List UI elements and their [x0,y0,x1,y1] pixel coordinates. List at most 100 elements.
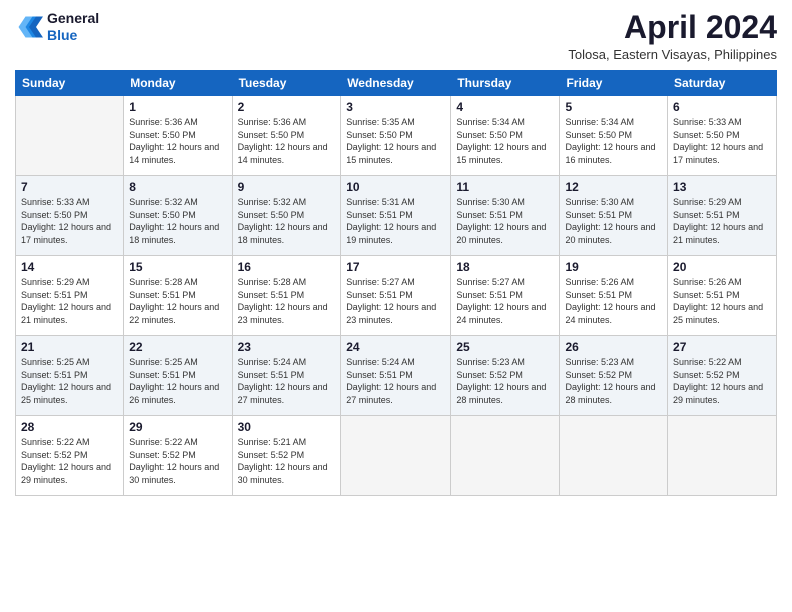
day-info: Sunrise: 5:29 AMSunset: 5:51 PMDaylight:… [21,276,118,326]
day-info: Sunrise: 5:23 AMSunset: 5:52 PMDaylight:… [565,356,662,406]
day-number: 29 [129,420,226,434]
calendar-table: Sunday Monday Tuesday Wednesday Thursday… [15,70,777,496]
day-number: 10 [346,180,445,194]
day-number: 3 [346,100,445,114]
calendar-week-row: 1 Sunrise: 5:36 AMSunset: 5:50 PMDaylight… [16,96,777,176]
day-number: 13 [673,180,771,194]
day-number: 7 [21,180,118,194]
page: General Blue April 2024 Tolosa, Eastern … [0,0,792,612]
table-row: 16Sunrise: 5:28 AMSunset: 5:51 PMDayligh… [232,256,341,336]
logo-icon [15,13,43,41]
table-row: 21Sunrise: 5:25 AMSunset: 5:51 PMDayligh… [16,336,124,416]
table-row [668,416,777,496]
table-row: 20 Sunrise: 5:26 AMSunset: 5:51 PMDayligh… [668,256,777,336]
calendar-header-row: Sunday Monday Tuesday Wednesday Thursday… [16,71,777,96]
table-row: 26 Sunrise: 5:23 AMSunset: 5:52 PMDayligh… [560,336,668,416]
day-info: Sunrise: 5:23 AMSunset: 5:52 PMDaylight:… [456,356,554,406]
table-row: 3 Sunrise: 5:35 AMSunset: 5:50 PMDaylight… [341,96,451,176]
day-number: 6 [673,100,771,114]
day-info: Sunrise: 5:31 AMSunset: 5:51 PMDaylight:… [346,196,445,246]
col-wednesday: Wednesday [341,71,451,96]
day-number: 9 [238,180,336,194]
table-row [341,416,451,496]
day-info: Sunrise: 5:27 AMSunset: 5:51 PMDaylight:… [456,276,554,326]
day-info: Sunrise: 5:29 AMSunset: 5:51 PMDaylight:… [673,196,771,246]
day-number: 21 [21,340,118,354]
table-row: 7Sunrise: 5:33 AMSunset: 5:50 PMDaylight… [16,176,124,256]
day-number: 2 [238,100,336,114]
day-number: 1 [129,100,226,114]
header: General Blue April 2024 Tolosa, Eastern … [15,10,777,62]
table-row: 2Sunrise: 5:36 AMSunset: 5:50 PMDaylight… [232,96,341,176]
day-info: Sunrise: 5:35 AMSunset: 5:50 PMDaylight:… [346,116,445,166]
table-row: 24Sunrise: 5:24 AMSunset: 5:51 PMDayligh… [341,336,451,416]
table-row: 30Sunrise: 5:21 AMSunset: 5:52 PMDayligh… [232,416,341,496]
table-row: 11Sunrise: 5:30 AMSunset: 5:51 PMDayligh… [451,176,560,256]
table-row: 18 Sunrise: 5:27 AMSunset: 5:51 PMDayligh… [451,256,560,336]
day-number: 27 [673,340,771,354]
table-row: 28 Sunrise: 5:22 AMSunset: 5:52 PMDayligh… [16,416,124,496]
day-number: 4 [456,100,554,114]
table-row: 19Sunrise: 5:26 AMSunset: 5:51 PMDayligh… [560,256,668,336]
col-thursday: Thursday [451,71,560,96]
table-row: 14 Sunrise: 5:29 AMSunset: 5:51 PMDayligh… [16,256,124,336]
col-saturday: Saturday [668,71,777,96]
day-info: Sunrise: 5:22 AMSunset: 5:52 PMDaylight:… [21,436,118,486]
title-block: April 2024 Tolosa, Eastern Visayas, Phil… [568,10,777,62]
day-number: 22 [129,340,226,354]
day-number: 11 [456,180,554,194]
table-row [451,416,560,496]
day-info: Sunrise: 5:33 AMSunset: 5:50 PMDaylight:… [673,116,771,166]
day-info: Sunrise: 5:32 AMSunset: 5:50 PMDaylight:… [238,196,336,246]
day-info: Sunrise: 5:26 AMSunset: 5:51 PMDaylight:… [673,276,771,326]
day-number: 8 [129,180,226,194]
day-number: 15 [129,260,226,274]
table-row [560,416,668,496]
month-title: April 2024 [568,10,777,45]
day-info: Sunrise: 5:24 AMSunset: 5:51 PMDaylight:… [238,356,336,406]
table-row: 22 Sunrise: 5:25 AMSunset: 5:51 PMDayligh… [124,336,232,416]
day-number: 25 [456,340,554,354]
day-info: Sunrise: 5:30 AMSunset: 5:51 PMDaylight:… [565,196,662,246]
day-number: 30 [238,420,336,434]
day-number: 14 [21,260,118,274]
table-row: 9 Sunrise: 5:32 AMSunset: 5:50 PMDaylight… [232,176,341,256]
day-info: Sunrise: 5:34 AMSunset: 5:50 PMDaylight:… [565,116,662,166]
col-friday: Friday [560,71,668,96]
day-number: 12 [565,180,662,194]
table-row: 10 Sunrise: 5:31 AMSunset: 5:51 PMDayligh… [341,176,451,256]
day-info: Sunrise: 5:28 AMSunset: 5:51 PMDaylight:… [238,276,336,326]
table-row: 27 Sunrise: 5:22 AMSunset: 5:52 PMDayligh… [668,336,777,416]
table-row: 29 Sunrise: 5:22 AMSunset: 5:52 PMDayligh… [124,416,232,496]
day-number: 18 [456,260,554,274]
day-number: 28 [21,420,118,434]
day-number: 17 [346,260,445,274]
table-row: 15 Sunrise: 5:28 AMSunset: 5:51 PMDayligh… [124,256,232,336]
day-info: Sunrise: 5:22 AMSunset: 5:52 PMDaylight:… [129,436,226,486]
day-info: Sunrise: 5:25 AMSunset: 5:51 PMDaylight:… [129,356,226,406]
table-row: 25 Sunrise: 5:23 AMSunset: 5:52 PMDayligh… [451,336,560,416]
day-number: 20 [673,260,771,274]
table-row [16,96,124,176]
table-row: 6 Sunrise: 5:33 AMSunset: 5:50 PMDaylight… [668,96,777,176]
calendar-week-row: 28 Sunrise: 5:22 AMSunset: 5:52 PMDayligh… [16,416,777,496]
logo: General Blue [15,10,99,44]
col-tuesday: Tuesday [232,71,341,96]
table-row: 23Sunrise: 5:24 AMSunset: 5:51 PMDayligh… [232,336,341,416]
day-number: 26 [565,340,662,354]
day-number: 19 [565,260,662,274]
day-info: Sunrise: 5:36 AMSunset: 5:50 PMDaylight:… [129,116,226,166]
calendar-week-row: 7Sunrise: 5:33 AMSunset: 5:50 PMDaylight… [16,176,777,256]
day-number: 24 [346,340,445,354]
day-info: Sunrise: 5:22 AMSunset: 5:52 PMDaylight:… [673,356,771,406]
table-row: 5 Sunrise: 5:34 AMSunset: 5:50 PMDaylight… [560,96,668,176]
table-row: 1 Sunrise: 5:36 AMSunset: 5:50 PMDaylight… [124,96,232,176]
calendar-week-row: 21 Sunrise: 5:25 AMSunset: 5:51 PMDayligh… [16,336,777,416]
table-row: 17 Sunrise: 5:27 AMSunset: 5:51 PMDayligh… [341,256,451,336]
col-monday: Monday [124,71,232,96]
day-info: Sunrise: 5:27 AMSunset: 5:51 PMDaylight:… [346,276,445,326]
table-row: 8Sunrise: 5:32 AMSunset: 5:50 PMDaylight… [124,176,232,256]
day-info: Sunrise: 5:28 AMSunset: 5:51 PMDaylight:… [129,276,226,326]
day-number: 5 [565,100,662,114]
table-row: 4Sunrise: 5:34 AMSunset: 5:50 PMDaylight… [451,96,560,176]
